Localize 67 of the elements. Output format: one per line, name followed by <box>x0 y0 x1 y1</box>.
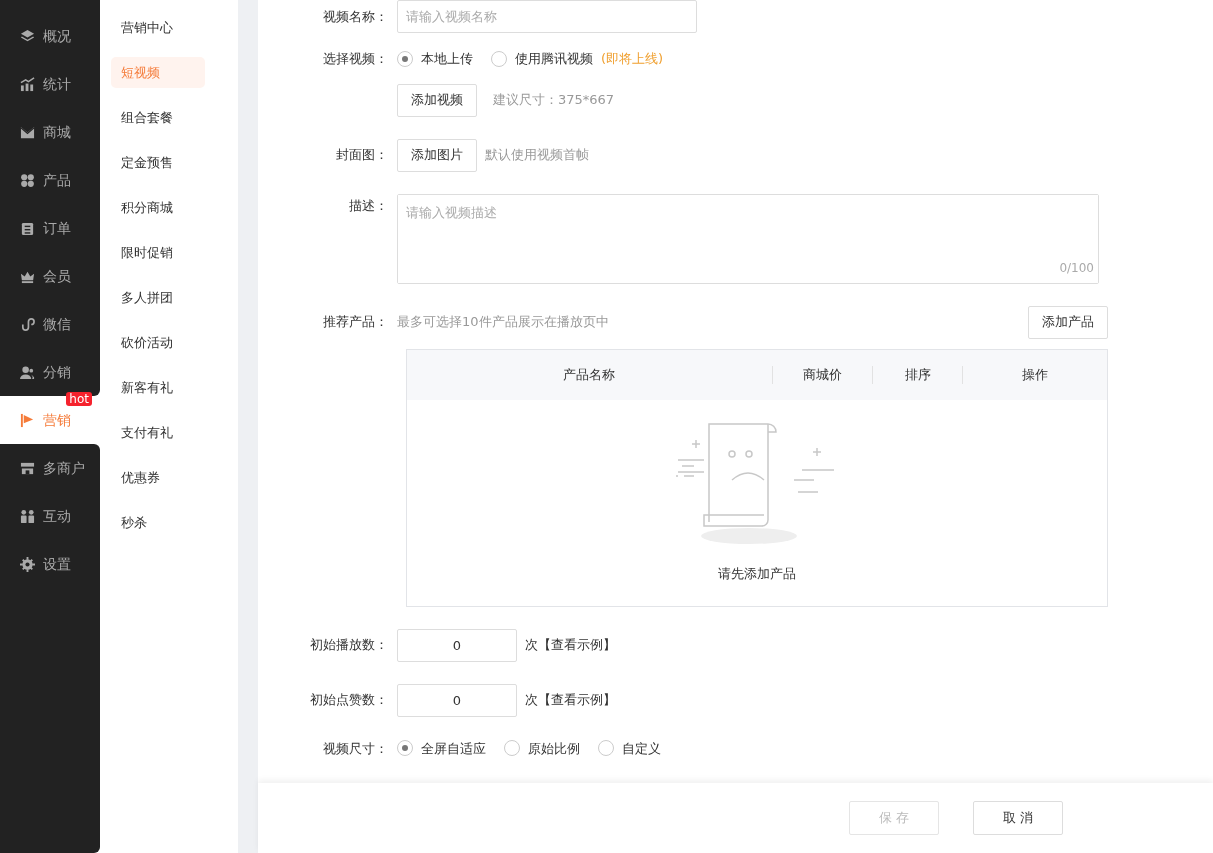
field-label: 封面图： <box>335 146 389 165</box>
submenu-item[interactable]: 新客有礼 <box>111 372 205 403</box>
envelope-icon <box>20 124 35 140</box>
submenu-item[interactable]: 定金预售 <box>111 147 205 178</box>
grid-icon <box>20 172 35 188</box>
field-label: 视频尺寸： <box>322 739 389 758</box>
nav-item[interactable]: 订单 <box>0 204 100 252</box>
text-input[interactable]: 请输入视频名称 <box>397 0 697 33</box>
flag-icon <box>20 412 35 428</box>
field-label: 视频名称： <box>322 8 389 27</box>
unit-label: 次 <box>525 636 538 655</box>
people-icon <box>20 508 35 524</box>
submenu-item[interactable]: 限时促销 <box>111 237 205 268</box>
nav-item[interactable]: 产品 <box>0 156 100 204</box>
radio-option[interactable]: 本地上传 <box>397 49 473 69</box>
field-label: 选择视频： <box>322 50 389 68</box>
nav-item[interactable]: 设置 <box>0 540 100 588</box>
cover-hint: 默认使用视频首帧 <box>485 146 589 165</box>
radio-option[interactable]: 使用腾讯视频 <box>491 49 593 69</box>
users-icon <box>20 364 35 380</box>
field-label: 描述： <box>348 196 389 215</box>
cancel-button[interactable]: 取 消 <box>973 801 1063 835</box>
field-label: 初始点赞数： <box>309 691 389 710</box>
field-label: 推荐产品： <box>322 313 389 332</box>
column-header: 商城价 <box>801 365 843 384</box>
radio-option[interactable]: 全屏自适应 <box>397 738 486 758</box>
add-image-button[interactable]: 添加图片 <box>397 138 477 172</box>
number-input[interactable]: 0 <box>397 628 517 662</box>
submenu-item[interactable]: 秒杀 <box>111 507 205 538</box>
submenu-item[interactable]: 积分商城 <box>111 192 205 223</box>
column-header: 排序 <box>903 365 932 384</box>
example-link[interactable]: 【查看示例】 <box>538 635 616 655</box>
radio-option[interactable]: 自定义 <box>598 738 661 758</box>
nav-item[interactable]: 微信 <box>0 300 100 348</box>
column-header: 产品名称 <box>562 365 617 384</box>
nav-item[interactable]: 统计 <box>0 60 100 108</box>
chart-icon <box>20 76 35 92</box>
add-video-button[interactable]: 添加视频 <box>397 83 477 117</box>
clipboard-icon <box>20 220 35 236</box>
products-hint: 最多可选择10件产品展示在播放页中 <box>397 313 609 332</box>
nav-item[interactable]: 多商户 <box>0 444 100 492</box>
nav-item[interactable]: 概况 <box>0 12 100 60</box>
empty-message: 请先添加产品 <box>718 564 796 583</box>
submenu-item[interactable]: 组合套餐 <box>111 102 205 133</box>
hot-badge: hot <box>66 392 92 406</box>
link-icon <box>20 316 35 332</box>
radio-option[interactable]: 原始比例 <box>504 738 580 758</box>
submenu-item[interactable]: 多人拼团 <box>111 282 205 313</box>
char-counter: 0/100 <box>1059 259 1094 277</box>
column-header: 操作 <box>1021 365 1050 384</box>
coming-soon-note: (即将上线) <box>601 50 664 68</box>
add-product-button[interactable]: 添加产品 <box>1028 305 1108 339</box>
submenu-item[interactable]: 支付有礼 <box>111 417 205 448</box>
size-hint: 建议尺寸：375*667 <box>493 91 615 110</box>
store-icon <box>20 460 35 476</box>
submenu-item[interactable]: 营销中心 <box>111 12 205 43</box>
layers-icon <box>20 28 35 44</box>
submenu-item[interactable]: 砍价活动 <box>111 327 205 358</box>
nav-item[interactable]: 会员 <box>0 252 100 300</box>
example-link[interactable]: 【查看示例】 <box>538 690 616 710</box>
unit-label: 次 <box>525 691 538 710</box>
field-label: 初始播放数： <box>309 636 389 655</box>
settings-icon <box>20 556 35 572</box>
nav-item[interactable]: 商城 <box>0 108 100 156</box>
submenu-item[interactable]: 优惠券 <box>111 462 205 493</box>
nav-item[interactable]: 互动 <box>0 492 100 540</box>
number-input[interactable]: 0 <box>397 683 517 717</box>
